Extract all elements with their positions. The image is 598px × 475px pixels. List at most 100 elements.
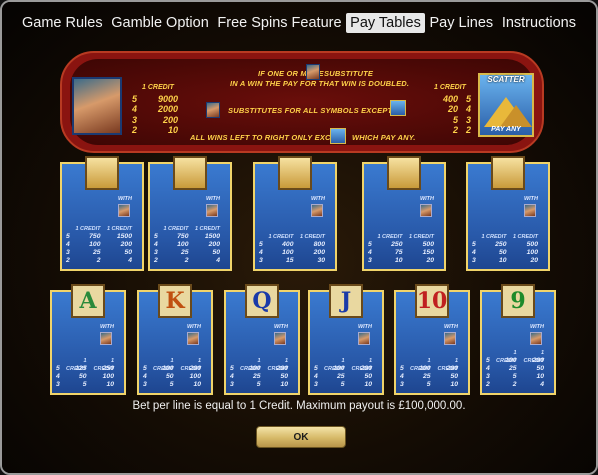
payout-value-with-wild: 50 bbox=[124, 249, 132, 256]
scatter-pay-count: 5 bbox=[466, 93, 472, 104]
scatter-pay-count: 4 bbox=[466, 104, 472, 114]
payout-value: 25 bbox=[508, 365, 517, 372]
payout-count: 4 bbox=[486, 365, 490, 372]
payout-count: 3 bbox=[259, 257, 263, 264]
payout-header: 1 CREDIT bbox=[267, 358, 288, 372]
wild-pay-value: 9000 bbox=[157, 93, 178, 104]
wild-pay-value: 2000 bbox=[157, 104, 178, 114]
paytable-card: WITH 1 CREDIT 1 CREDIT 5 250 500 4 50 100 3 10 20 bbox=[466, 156, 550, 271]
payout-count: 4 bbox=[259, 249, 263, 256]
payout-count: 5 bbox=[368, 241, 372, 248]
payout-header: 1 CREDIT bbox=[194, 226, 220, 232]
paytable-card: WITH 1 CREDIT 1 CREDIT 5 750 1500 4 100 200 3 25 50… bbox=[148, 156, 232, 271]
payout-table: 1 CREDIT 1 CREDIT 5 100 200 4 25 50 3 5 10 bbox=[400, 357, 464, 389]
wild-pay-row: 2 10 bbox=[132, 125, 178, 136]
payout-value: 75 bbox=[394, 249, 403, 256]
payout-header-spacer bbox=[143, 357, 152, 365]
scatter-pay-header: 1 CREDIT bbox=[434, 84, 466, 91]
payout-value: 2 bbox=[512, 381, 517, 388]
payout-count: 3 bbox=[472, 257, 476, 264]
payout-count: 3 bbox=[486, 373, 490, 380]
banner-line4: ALL WINS LEFT TO RIGHT ONLY EXCEPT bbox=[190, 133, 346, 142]
payout-row: 5 100 200 bbox=[143, 365, 207, 373]
payout-value: 2 bbox=[184, 257, 189, 264]
payout-header: 1 CREDIT bbox=[523, 350, 544, 364]
wild-scatter-banner: 1 CREDIT 5 9000 4 2000 3 200 2 10 IF ONE OR MOR… bbox=[60, 51, 544, 153]
scatter-pay-count: 2 bbox=[466, 125, 472, 135]
payout-row: 4 25 50 bbox=[400, 373, 464, 381]
payout-value: 125 bbox=[75, 365, 87, 372]
payout-row: 5 100 200 bbox=[230, 365, 294, 373]
tab-pay-lines[interactable]: Pay Lines bbox=[425, 13, 497, 33]
cleopatra-mini-icon bbox=[358, 332, 370, 345]
payout-table: 1 CREDIT 1 CREDIT 5 100 200 4 25 50 3 5 10 bbox=[230, 357, 294, 389]
paytable-card: WITH 1 CREDIT 1 CREDIT 5 400 800 4 100 200 3 15 30 bbox=[253, 156, 337, 271]
with-label: WITH bbox=[205, 196, 220, 202]
banner-line4b: WHICH PAY ANY. bbox=[352, 133, 416, 142]
payout-table: 1 CREDIT 1 CREDIT 5 250 500 4 75 150 3 10 20 bbox=[368, 233, 440, 265]
payout-table: 1 CREDIT 1 CREDIT 5 400 800 4 100 200 3 15 30 bbox=[259, 233, 331, 265]
ring-icon bbox=[173, 156, 207, 190]
payout-value: 50 bbox=[498, 249, 507, 256]
payout-value-with-wild: 800 bbox=[313, 241, 325, 248]
tab-gamble-option[interactable]: Gamble Option bbox=[107, 13, 213, 33]
scatter-pay-count: 3 bbox=[466, 114, 472, 125]
payout-row: 4 100 200 bbox=[154, 241, 226, 249]
scatter-pay-row: 53 bbox=[434, 115, 471, 126]
payout-header: 1 CREDIT bbox=[240, 358, 261, 372]
pay-any-label: PAY ANY bbox=[491, 126, 521, 133]
cleopatra-mini-icon bbox=[444, 332, 456, 345]
payout-count: 5 bbox=[486, 357, 490, 364]
payout-row: 4 75 150 bbox=[368, 249, 440, 257]
payout-value-with-wild: 10 bbox=[536, 373, 544, 380]
payout-row: 5 750 1500 bbox=[66, 233, 138, 241]
tab-pay-tables[interactable]: Pay Tables bbox=[346, 13, 425, 33]
payout-count: 5 bbox=[56, 365, 60, 372]
payout-row: 5 125 250 bbox=[56, 365, 120, 373]
payout-header-spacer bbox=[230, 357, 239, 365]
payout-count: 2 bbox=[486, 381, 490, 388]
banner-line3: SUBSTITUTES FOR ALL SYMBOLS EXCEPT bbox=[228, 106, 393, 115]
payout-header: 1 CREDIT bbox=[75, 226, 101, 232]
ok-button[interactable]: OK bbox=[256, 426, 346, 448]
cleopatra-mini-icon bbox=[311, 204, 323, 217]
payout-count: 5 bbox=[230, 365, 234, 372]
payout-value: 250 bbox=[391, 241, 403, 248]
payout-count: 5 bbox=[259, 241, 263, 248]
payout-value-with-wild: 1500 bbox=[204, 233, 220, 240]
payout-value-with-wild: 50 bbox=[450, 373, 458, 380]
payout-row: 3 25 50 bbox=[154, 249, 226, 257]
payout-value: 5 bbox=[256, 381, 261, 388]
paytable-card: WITH 1 CREDIT 1 CREDIT 5 750 1500 4 100 200 3 25 50… bbox=[60, 156, 144, 271]
payout-row: 4 50 100 bbox=[143, 373, 207, 381]
payout-row: 3 25 50 bbox=[66, 249, 138, 257]
with-label: WITH bbox=[273, 324, 288, 330]
payout-header-spacer bbox=[259, 233, 268, 241]
tab-free-spins-feature[interactable]: Free Spins Feature bbox=[213, 13, 345, 33]
cleopatra-mini-icon bbox=[187, 332, 199, 345]
payout-value-with-wild: 50 bbox=[364, 373, 372, 380]
tab-game-rules[interactable]: Game Rules bbox=[18, 13, 107, 33]
paytable-card: J WITH 1 CREDIT 1 CREDIT 5 100 200 4 25 50 3 5 10 bbox=[308, 284, 384, 395]
payout-value-with-wild: 4 bbox=[216, 257, 220, 264]
payout-header: 1 CREDIT bbox=[163, 226, 189, 232]
payout-header-spacer bbox=[486, 349, 495, 357]
payout-row: 5 250 500 bbox=[472, 241, 544, 249]
payout-table: 1 CREDIT 1 CREDIT 5 750 1500 4 100 200 3 25 50 2 2 4 bbox=[66, 225, 138, 265]
payout-count: 5 bbox=[66, 233, 70, 240]
tab-instructions[interactable]: Instructions bbox=[498, 13, 580, 33]
payout-value-with-wild: 500 bbox=[526, 241, 538, 248]
payout-header-row: 1 CREDIT 1 CREDIT bbox=[368, 233, 440, 241]
payout-row: 3 5 10 bbox=[56, 381, 120, 389]
payout-value: 100 bbox=[282, 249, 294, 256]
with-label: WITH bbox=[117, 196, 132, 202]
scatter-pay-value: 20 bbox=[447, 104, 458, 114]
payout-value: 250 bbox=[495, 241, 507, 248]
wild-pay-header: 1 CREDIT bbox=[142, 84, 174, 91]
payout-value-with-wild: 200 bbox=[208, 241, 220, 248]
payout-value: 10 bbox=[394, 257, 403, 264]
payout-header: 1 CREDIT bbox=[106, 226, 132, 232]
payout-count: 5 bbox=[143, 365, 147, 372]
cleopatra-mini-icon bbox=[420, 204, 432, 217]
cleopatra-mini-icon bbox=[118, 204, 130, 217]
